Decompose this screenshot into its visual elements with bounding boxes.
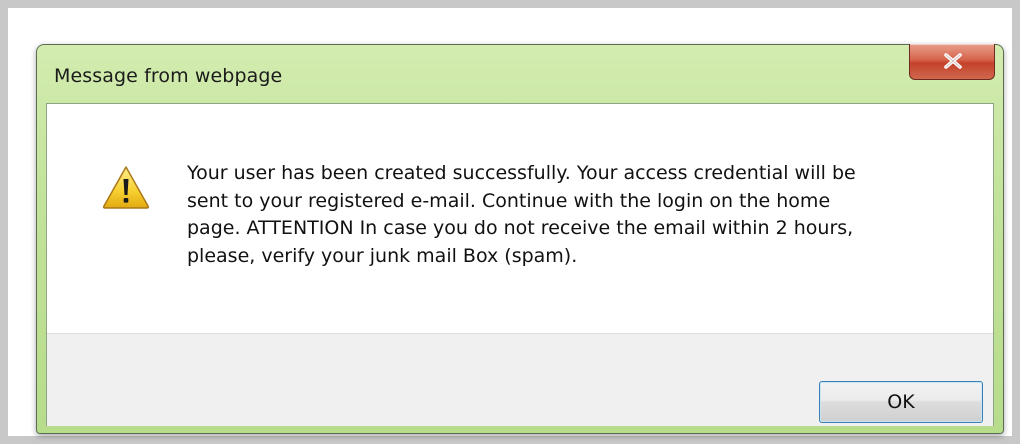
ok-button[interactable]: OK (819, 381, 983, 423)
dialog-titlebar[interactable]: Message from webpage (37, 44, 1003, 103)
dialog-footer: OK (47, 333, 993, 426)
dialog-content: Your user has been created successfully.… (47, 104, 993, 333)
message-dialog: Message from webpage Your user has been … (36, 44, 1004, 434)
close-icon (944, 53, 962, 69)
dialog-client-area: Your user has been created successfully.… (46, 103, 994, 426)
dialog-title: Message from webpage (54, 65, 283, 87)
dialog-message: Your user has been created successfully.… (187, 162, 856, 267)
screenshot-frame: Message from webpage Your user has been … (0, 0, 1020, 444)
warning-icon (102, 166, 150, 209)
close-button[interactable] (909, 44, 995, 80)
